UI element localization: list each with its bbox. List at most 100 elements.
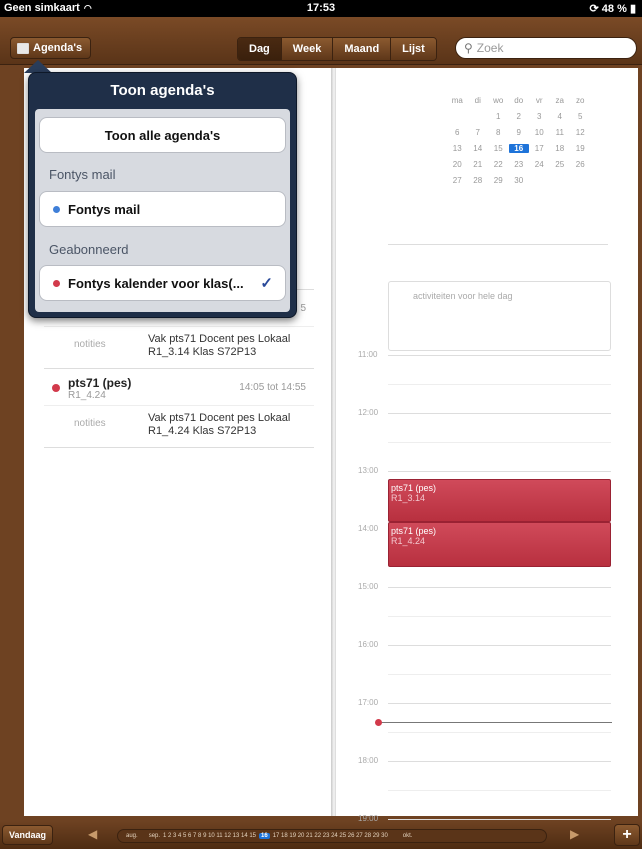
calendar-day[interactable]: 14	[468, 144, 489, 153]
event-summary: pts71 (pes) R1_4.24 14:05 tot 14:55	[44, 369, 314, 405]
event-block[interactable]: pts71 (pes) R1_3.14	[388, 479, 611, 522]
half-hour-line	[388, 384, 611, 385]
all-day-label: activiteiten voor hele dag	[413, 291, 513, 301]
hour-label: 12:00	[358, 408, 379, 417]
calendar-day[interactable]: 19	[570, 144, 591, 153]
event-location: R1_4.24	[68, 390, 106, 401]
timeline-days-after: 17 18 19 20 21 22 23 24 25 26 27 28 29 3…	[272, 833, 388, 839]
notes-text: Vak pts71 Docent pes Lokaal R1_4.24 Klas…	[148, 412, 291, 437]
event-notes: notities Vak pts71 Docent pes Lokaal R1_…	[44, 405, 314, 447]
weekday-header: ma di wo do vr za zo	[447, 92, 637, 108]
tab-month[interactable]: Maand	[332, 38, 391, 60]
calendar-day[interactable]: 21	[468, 160, 489, 169]
calendar-day[interactable]: 9	[509, 128, 530, 137]
timeline-month-current: sep.	[148, 833, 161, 839]
calendar-day[interactable]: 22	[488, 160, 509, 169]
week-row: 6 7 8 9 10 11 12	[447, 124, 637, 140]
search-icon: ⚲	[464, 41, 473, 55]
calendar-day[interactable]: 13	[447, 144, 468, 153]
calendar-day[interactable]: 11	[550, 128, 571, 137]
popover-body: Toon alle agenda's Fontys mail Fontys ma…	[35, 109, 290, 312]
calendar-day[interactable]: 20	[447, 160, 468, 169]
status-bar: Geen simkaart ◠ 17:53 ⟳ 48 % ▮	[0, 0, 642, 17]
weekday-label: vr	[535, 95, 543, 105]
calendar-day[interactable]: 28	[468, 176, 489, 185]
calendar-day[interactable]: 2	[509, 112, 530, 121]
calendar-list-icon	[17, 42, 29, 54]
calendar-day[interactable]: 7	[468, 128, 489, 137]
agendas-label: Agenda's	[33, 42, 83, 54]
calendar-item-fontys-mail[interactable]: Fontys mail	[39, 191, 286, 227]
tab-week[interactable]: Week	[280, 38, 333, 60]
hour-label: 15:00	[358, 582, 379, 591]
calendar-day[interactable]: 1	[488, 112, 509, 121]
event-block-location: R1_3.14	[391, 493, 426, 503]
date-timeline[interactable]: aug. sep. 1 2 3 4 5 6 7 8 9 10 11 12 13 …	[117, 829, 547, 843]
view-switcher: Dag Week Maand Lijst	[237, 37, 437, 61]
divider	[388, 244, 608, 245]
calendar-day[interactable]: 18	[550, 144, 571, 153]
calendar-day[interactable]: 26	[570, 160, 591, 169]
calendar-day[interactable]: 23	[509, 160, 530, 169]
calendar-day[interactable]: 27	[447, 176, 468, 185]
calendar-item-label: Fontys kalender voor klas(...	[68, 275, 244, 291]
tab-list[interactable]: Lijst	[390, 38, 436, 60]
weekday-label: ma	[451, 95, 463, 105]
event-block[interactable]: pts71 (pes) R1_4.24	[388, 522, 611, 567]
clock: 17:53	[306, 2, 336, 14]
agendas-button[interactable]: Agenda's	[10, 37, 92, 59]
calendar-day[interactable]: 30	[509, 176, 530, 185]
list-item[interactable]: pts71 (pes) R1_4.24 14:05 tot 14:55 noti…	[44, 368, 314, 447]
today-button[interactable]: Vandaag	[2, 825, 54, 845]
calendar-day[interactable]: 17	[529, 144, 550, 153]
hour-label: 14:00	[358, 524, 379, 533]
timeline-selected-day[interactable]: 16	[259, 833, 270, 839]
calendar-color-dot	[52, 384, 60, 392]
next-arrow-icon[interactable]: ▶	[570, 827, 579, 841]
calendar-color-dot	[53, 279, 60, 287]
show-all-calendars-button[interactable]: Toon alle agenda's	[39, 117, 286, 153]
calendar-day[interactable]: 6	[447, 128, 468, 137]
tab-day[interactable]: Dag	[238, 38, 281, 60]
calendar-day[interactable]: 29	[488, 176, 509, 185]
half-hour-line	[388, 732, 611, 733]
hour-label: 16:00	[358, 640, 379, 649]
calendar-day[interactable]: 24	[529, 160, 550, 169]
search-placeholder: Zoek	[476, 41, 504, 55]
hour-line	[388, 471, 611, 472]
hour-label: 11:00	[358, 350, 378, 359]
add-event-button[interactable]: +	[614, 824, 640, 846]
previous-arrow-icon[interactable]: ◀	[88, 827, 97, 841]
event-title: pts71 (pes)	[68, 376, 132, 390]
hour-line	[388, 645, 611, 646]
bottom-bar: Vandaag ◀ aug. sep. 1 2 3 4 5 6 7 8 9 10…	[0, 821, 642, 849]
weekday-label: di	[474, 95, 481, 105]
calendar-day[interactable]: 15	[488, 144, 509, 153]
week-row: 12345	[447, 108, 637, 124]
calendar-item-fontys-kalender[interactable]: Fontys kalender voor klas(... ✓	[39, 265, 286, 301]
hour-label: 13:00	[358, 466, 379, 475]
hour-line	[388, 413, 611, 414]
search-input[interactable]: ⚲ Zoek	[455, 37, 637, 59]
lock-rotation-icon: ⟳	[589, 3, 599, 15]
current-time-line	[380, 722, 612, 723]
event-notes: notities Vak pts71 Docent pes Lokaal R1_…	[44, 326, 314, 368]
all-day-area[interactable]: activiteiten voor hele dag	[388, 281, 611, 351]
calendar-day[interactable]: 4	[550, 112, 571, 121]
week-row: 20 21 22 23 24 25 26	[447, 156, 637, 172]
calendars-popover: Toon agenda's Toon alle agenda's Fontys …	[28, 72, 297, 318]
calendar-day[interactable]: 8	[488, 128, 509, 137]
hour-label: 18:00	[358, 756, 379, 765]
calendar-day[interactable]: 25	[550, 160, 571, 169]
calendar-day[interactable]: 5	[570, 112, 591, 121]
half-hour-line	[388, 674, 611, 675]
calendar-day[interactable]: 10	[529, 128, 550, 137]
mini-calendar: ma di wo do vr za zo 1 2 3 4 5 6 7 8 9 10 11 12 13 14…	[447, 92, 637, 188]
mini-calendar-grid: 1 2 3 4 5 6 7 8 9 10 11 12 13 14 15 16 17 18 19 20 21 22 23 24 2…	[447, 108, 637, 188]
battery-icon: ▮	[629, 3, 636, 15]
calendar-day[interactable]: 3	[529, 112, 550, 121]
calendar-day[interactable]: 12	[570, 128, 591, 137]
event-block-location: R1_4.24	[391, 536, 426, 546]
calendar-day[interactable]: 16	[508, 143, 529, 153]
notes-text: Vak pts71 Docent pes Lokaal R1_3.14 Klas…	[148, 333, 291, 358]
